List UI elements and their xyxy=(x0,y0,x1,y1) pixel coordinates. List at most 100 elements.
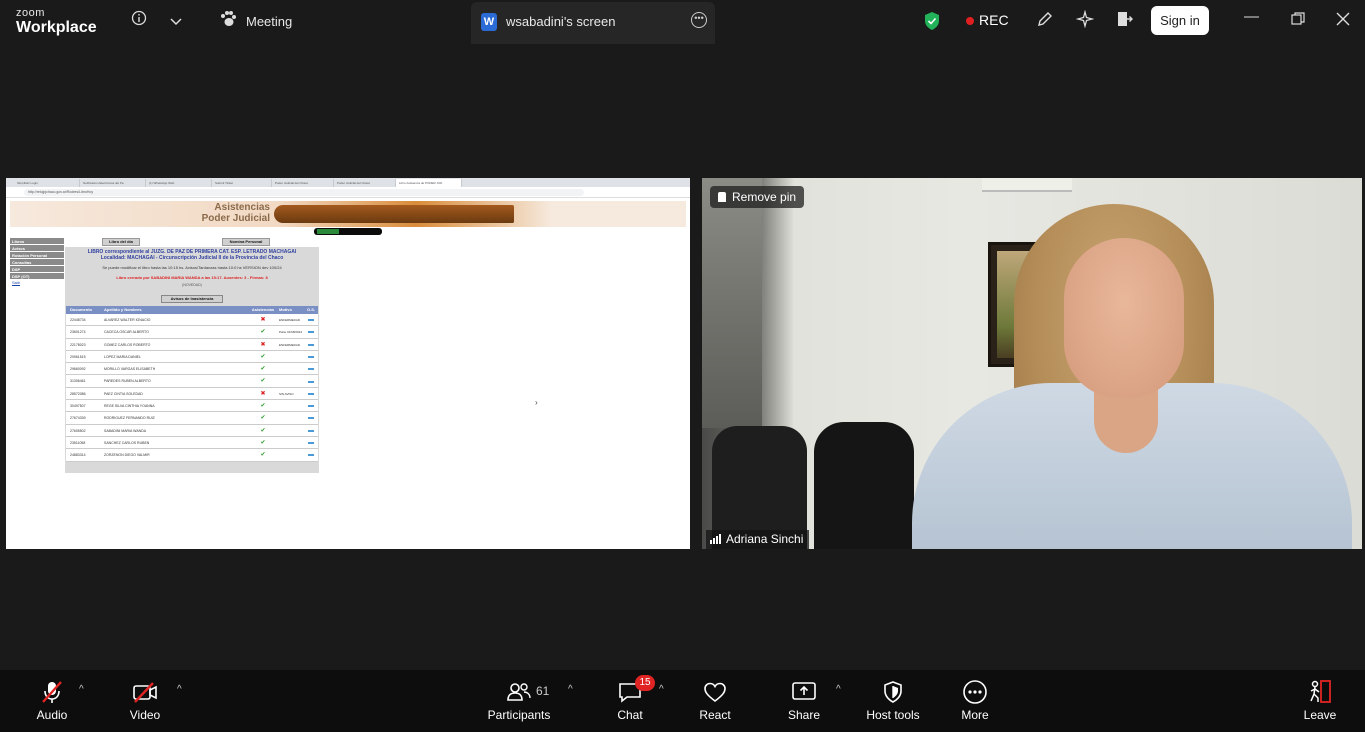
chat-label: Chat xyxy=(617,708,643,722)
shared-screen[interactable]: Simplistic Login Notificacion Electronic… xyxy=(6,178,690,549)
more-label: More xyxy=(961,708,989,722)
name-cell: PAEZ CINTIA SOLEDAD xyxy=(104,391,143,396)
table-row: 27605502 SABADINI MARIA WANDA ✔ xyxy=(66,424,318,437)
more-icon[interactable]: ••• xyxy=(691,12,707,28)
more-button[interactable]: More xyxy=(957,678,993,722)
participants-options-chevron-icon[interactable]: ^ xyxy=(568,684,573,695)
share-tab[interactable]: W wsabadini's screen ••• xyxy=(471,2,715,44)
leave-button[interactable]: Leave xyxy=(1302,678,1338,722)
host-tools-button[interactable]: Host tools xyxy=(862,678,924,722)
browser-tab: Notificacion Electronica del Pa xyxy=(80,179,146,187)
video-ac-unit xyxy=(982,178,1072,192)
libro-content: LIBRO correspondiente al JUZG. DE PAZ DE… xyxy=(65,247,319,473)
menu-item: Consultas xyxy=(10,259,64,266)
table-row: 27674339 RODRIGUEZ FERNANDO RUIZ ✔ xyxy=(66,412,318,425)
document-cell: 22178023 xyxy=(70,342,86,347)
name-cell: SANCHEZ CARLOS RUBEN xyxy=(104,440,150,445)
meeting-label[interactable]: Meeting xyxy=(246,14,292,29)
share-screen-icon xyxy=(786,678,822,706)
table-row: 23511058 SANCHEZ CARLOS RUBEN ✔ xyxy=(66,436,318,450)
minimize-icon[interactable]: — xyxy=(1244,8,1259,25)
record-indicator[interactable]: REC xyxy=(966,12,1009,28)
pen-icon[interactable] xyxy=(1036,10,1054,31)
remove-pin-button[interactable]: Remove pin xyxy=(710,186,805,208)
chat-options-chevron-icon[interactable]: ^ xyxy=(659,684,664,695)
react-label: React xyxy=(699,708,731,722)
audio-button[interactable]: Audio xyxy=(32,678,72,722)
shield-icon[interactable] xyxy=(923,11,941,31)
menu-item: Avisos xyxy=(10,245,64,252)
participants-count: 61 xyxy=(536,684,550,698)
audio-options-chevron-icon[interactable]: ^ xyxy=(79,684,84,695)
more-icon xyxy=(957,678,993,706)
app-icon: W xyxy=(481,13,497,31)
video-person-face xyxy=(1064,238,1184,398)
restore-icon[interactable] xyxy=(1291,12,1305,30)
chat-button[interactable]: 15 Chat xyxy=(614,675,655,722)
col-header: Apellido y Nombres xyxy=(104,307,142,312)
reason-cell: ENFERMEDAD xyxy=(279,342,301,347)
cross-icon: ✖ xyxy=(260,317,266,323)
chevron-down-icon[interactable] xyxy=(170,13,182,29)
check-icon: ✔ xyxy=(260,378,266,385)
nomina-personal-button: Nomina Personal xyxy=(222,238,270,246)
reason-cell xyxy=(278,425,304,436)
reason-cell xyxy=(278,375,304,386)
info-icon xyxy=(304,437,318,448)
reason-cell xyxy=(278,326,304,337)
document-cell: 27605502 xyxy=(70,428,86,433)
table-body: 22448734 ALVAREZ WALTER IGNACIO ✖ ENFERMEDA… xyxy=(66,314,318,462)
name-cell: GOMEZ CARLOS ROBERTO xyxy=(104,342,151,347)
col-header: Documento xyxy=(70,307,92,312)
sign-in-button[interactable]: Sign in xyxy=(1151,6,1209,35)
info-icon[interactable] xyxy=(131,10,147,29)
menu-item: Rotación Personal xyxy=(10,252,64,259)
table-row: 31306461 PAREDES RUBEN ALBERTO ✔ xyxy=(66,375,318,388)
share-button[interactable]: Share xyxy=(786,678,822,722)
react-button[interactable]: React xyxy=(697,678,733,722)
close-icon[interactable] xyxy=(1336,12,1350,30)
reason-cell xyxy=(278,449,304,460)
check-icon: ✔ xyxy=(260,353,266,360)
share-options-chevron-icon[interactable]: ^ xyxy=(836,684,841,695)
exit-share-icon[interactable] xyxy=(1116,10,1134,31)
share-tab-title: wsabadini's screen xyxy=(506,14,616,29)
browser-url-bar: http://relojpjchaco.gov.ar/Rodres/LibroH… xyxy=(6,187,690,198)
name-cell: ZORZENON DIEGO VALMIR xyxy=(104,453,150,458)
reason-cell xyxy=(278,412,304,423)
name-cell: SABADINI MARIA WANDA xyxy=(104,428,147,433)
browser-tab: Simplistic Login xyxy=(14,179,80,187)
video-options-chevron-icon[interactable]: ^ xyxy=(177,684,182,695)
info-icon xyxy=(304,314,318,325)
browser-tabs: Simplistic Login Notificacion Electronic… xyxy=(6,178,690,187)
browser-tab: (1) WhatsApp Web xyxy=(146,179,212,187)
participant-name: Adriana Sinchi xyxy=(726,532,804,546)
table-row: 20961515 LOPEZ MARIA DANIEL ✔ xyxy=(66,350,318,364)
banner-title: Asistencias xyxy=(214,202,270,213)
participant-video[interactable]: Remove pin Adriana Sinchi xyxy=(702,178,1362,549)
name-cell: CACECA OSCAR ALBERTO xyxy=(104,330,149,335)
title-bar: zoom Workplace Meeting W wsabadini's scr… xyxy=(0,0,1365,44)
info-icon xyxy=(304,425,318,436)
host-tools-label: Host tools xyxy=(866,708,920,722)
browser-tab-active: Libro Asistencia de PODER JUD xyxy=(396,179,462,187)
video-chair xyxy=(814,422,914,549)
leave-label: Leave xyxy=(1303,708,1337,722)
check-icon: ✔ xyxy=(260,415,266,422)
info-icon xyxy=(304,326,318,337)
info-icon xyxy=(304,375,318,386)
record-icon xyxy=(966,17,974,26)
libro-info: Se puede modificar el libro hasta las 10… xyxy=(102,265,282,270)
name-cell: LOPEZ MARIA DANIEL xyxy=(104,354,141,359)
col-header: Motivo xyxy=(279,307,292,312)
reason-cell: SIN AVISO xyxy=(279,391,294,396)
reason-cell xyxy=(278,400,304,411)
table-row: 29660092 MORILLO VARGAS ELISABETH ✔ xyxy=(66,363,318,376)
cursor-icon: › xyxy=(535,398,538,407)
video-button[interactable]: Video xyxy=(124,678,166,722)
info-icon xyxy=(304,412,318,423)
sparkle-icon[interactable] xyxy=(1075,9,1095,31)
url-field: http://relojpjchaco.gov.ar/Rodres/LibroH… xyxy=(24,189,584,196)
libro-alert: Libro cerrado por SABADINI MARIA WANDA a… xyxy=(116,275,268,280)
logout-link: Salir xyxy=(12,280,21,285)
